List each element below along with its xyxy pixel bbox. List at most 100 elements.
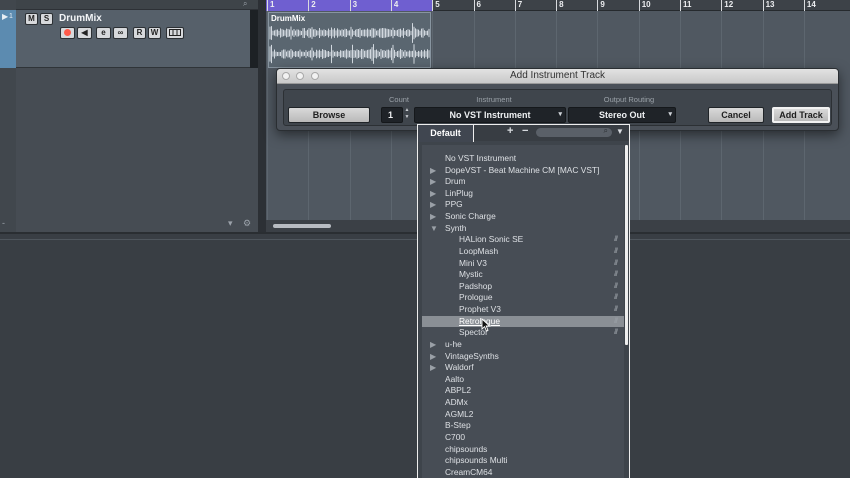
zoom-out-icon[interactable]: -	[2, 218, 5, 228]
list-item[interactable]: Prophet V3 ///	[422, 304, 624, 316]
folder-item[interactable]: ▶ LinPlug	[422, 188, 624, 200]
count-column-label: Count	[388, 95, 409, 104]
edit-instrument-button[interactable]: e	[96, 27, 111, 39]
dialog-titlebar[interactable]: Add Instrument Track	[277, 69, 838, 84]
timeline-ruler[interactable]: 1 2 3 4 5 6 7 8 9 10 11 12 13 14	[266, 0, 850, 11]
list-item[interactable]: Spector///	[422, 327, 624, 339]
instrument-list: No VST Instrument ▶ DopeVST - Beat Machine…	[422, 145, 624, 478]
record-enable-button[interactable]	[60, 27, 75, 39]
list-item-label: chipsounds	[445, 443, 488, 454]
write-automation-button[interactable]: W	[148, 27, 161, 39]
triangle-right-icon[interactable]: ▶	[430, 165, 436, 177]
search-icon[interactable]: ⌕	[243, 0, 247, 9]
list-item[interactable]: CreamCM64	[422, 467, 624, 478]
list-item[interactable]: chipsounds Multi	[422, 455, 624, 467]
folder-item[interactable]: ▶ Drum	[422, 176, 624, 188]
solo-button[interactable]: S	[40, 13, 53, 25]
list-item[interactable]: chipsounds	[422, 444, 624, 456]
track-header[interactable]: M S DrumMix ◀ e ∞ R W	[16, 10, 258, 68]
list-item[interactable]: ABPL2	[422, 385, 624, 397]
list-item-label: Mystic	[459, 269, 483, 280]
mute-button[interactable]: M	[25, 13, 38, 25]
list-item[interactable]: Mystic ///	[422, 269, 624, 281]
lanes-button[interactable]	[166, 27, 184, 39]
triangle-right-icon[interactable]: ▶	[430, 339, 436, 351]
ruler-bar-number: 8	[556, 0, 564, 11]
monitor-button[interactable]: ◀	[77, 27, 92, 39]
cancel-button[interactable]: Cancel	[708, 107, 764, 123]
track-list-empty	[16, 68, 258, 232]
remove-tab-button[interactable]: −	[522, 125, 528, 137]
list-item[interactable]: Aalto	[422, 374, 624, 386]
list-item-label: ABPL2	[445, 385, 472, 396]
count-stepper[interactable]: ▲ ▼	[403, 107, 411, 123]
list-item[interactable]: Retrologue ///	[422, 315, 624, 328]
instrument-popup: Default + − ⌕ ▼ No VST Instrument ▶ DopeVS…	[417, 124, 630, 478]
list-item[interactable]: AGML2	[422, 409, 624, 421]
list-item[interactable]: HALion Sonic SE ///	[422, 234, 624, 246]
list-scrollbar[interactable]	[625, 145, 628, 345]
list-item[interactable]: ADMx	[422, 397, 624, 409]
vst-badge: ///	[614, 271, 618, 279]
triangle-right-icon[interactable]: ▶	[430, 188, 436, 200]
folder-item[interactable]: ▶ Waldorf	[422, 362, 624, 374]
list-item[interactable]: C700	[422, 432, 624, 444]
ruler-bar-number: 10	[638, 0, 651, 11]
folder-item[interactable]: ▶ VintageSynths	[422, 351, 624, 363]
track-name[interactable]: DrumMix	[59, 13, 102, 24]
output-routing-select[interactable]: Stereo Out ▾	[568, 107, 676, 123]
list-item[interactable]: Mini V3 ///	[422, 258, 624, 270]
ruler-bar-number: 13	[762, 0, 775, 11]
chevron-down-icon[interactable]: ▾	[228, 218, 233, 229]
splitter[interactable]	[258, 0, 266, 232]
list-item-label: HALion Sonic SE	[459, 234, 524, 245]
list-item[interactable]: B-Step	[422, 420, 624, 432]
list-item[interactable]: LoopMash ///	[422, 246, 624, 258]
audio-clip[interactable]: DrumMix	[268, 12, 431, 68]
tab-default[interactable]: Default	[418, 125, 474, 142]
list-item-label: B-Step	[445, 420, 471, 431]
browse-button[interactable]: Browse	[288, 107, 370, 123]
dialog-body: Count Instrument Output Routing Browse 1…	[283, 89, 832, 126]
search-icon: ⌕	[603, 126, 608, 135]
folder-item[interactable]: ▶ DopeVST - Beat Machine CM [MAC VST]	[422, 165, 624, 177]
ruler-bar-number: 11	[680, 0, 691, 11]
triangle-right-icon[interactable]: ▶	[430, 362, 436, 374]
popup-search-input[interactable]: ⌕	[536, 126, 612, 137]
vst-badge: ///	[614, 236, 618, 244]
triangle-down-icon[interactable]: ▼	[430, 223, 438, 235]
triangle-right-icon[interactable]: ▶	[430, 199, 436, 211]
add-tab-button[interactable]: +	[507, 125, 513, 137]
list-item[interactable]: Padshop ///	[422, 281, 624, 293]
instrument-column-label: Instrument	[476, 95, 512, 104]
instrument-select[interactable]: No VST Instrument ▾	[414, 107, 566, 123]
list-item[interactable]: Prologue ///	[422, 292, 624, 304]
ruler-bar-number: 1	[267, 0, 274, 11]
add-track-button[interactable]: Add Track	[772, 107, 830, 123]
ruler-bar-number: 9	[597, 0, 605, 11]
output-routing-value: Stereo Out	[598, 110, 645, 120]
triangle-right-icon[interactable]: ▶	[430, 351, 436, 363]
chevron-down-icon[interactable]: ▼	[616, 127, 624, 136]
vst-badge: ///	[614, 329, 618, 337]
scrollbar-thumb[interactable]	[273, 224, 331, 228]
folder-item[interactable]: ▼ Synth	[422, 223, 624, 235]
vst-badge: ///	[614, 317, 618, 325]
folder-item[interactable]: ▶ PPG	[422, 199, 624, 211]
triangle-right-icon[interactable]: ▶	[430, 176, 436, 188]
ruler-bar-number: 14	[803, 0, 816, 11]
count-input[interactable]: 1	[381, 107, 403, 123]
list-item[interactable]: No VST Instrument	[422, 153, 624, 165]
list-item-label: PPG	[445, 199, 463, 210]
read-automation-button[interactable]: R	[133, 27, 146, 39]
list-item-label: Sonic Charge	[445, 211, 496, 222]
play-arrow-icon: ▶	[2, 12, 9, 21]
triangle-right-icon[interactable]: ▶	[430, 211, 436, 223]
folder-item[interactable]: ▶ Sonic Charge	[422, 211, 624, 223]
folder-item[interactable]: ▶ u-he	[422, 339, 624, 351]
list-item-label: Prologue	[459, 292, 493, 303]
link-button[interactable]: ∞	[113, 27, 128, 39]
ruler-bar-number: 7	[514, 0, 522, 11]
ruler-bar-number: 5	[432, 0, 440, 11]
gear-icon[interactable]: ⚙	[243, 218, 251, 229]
